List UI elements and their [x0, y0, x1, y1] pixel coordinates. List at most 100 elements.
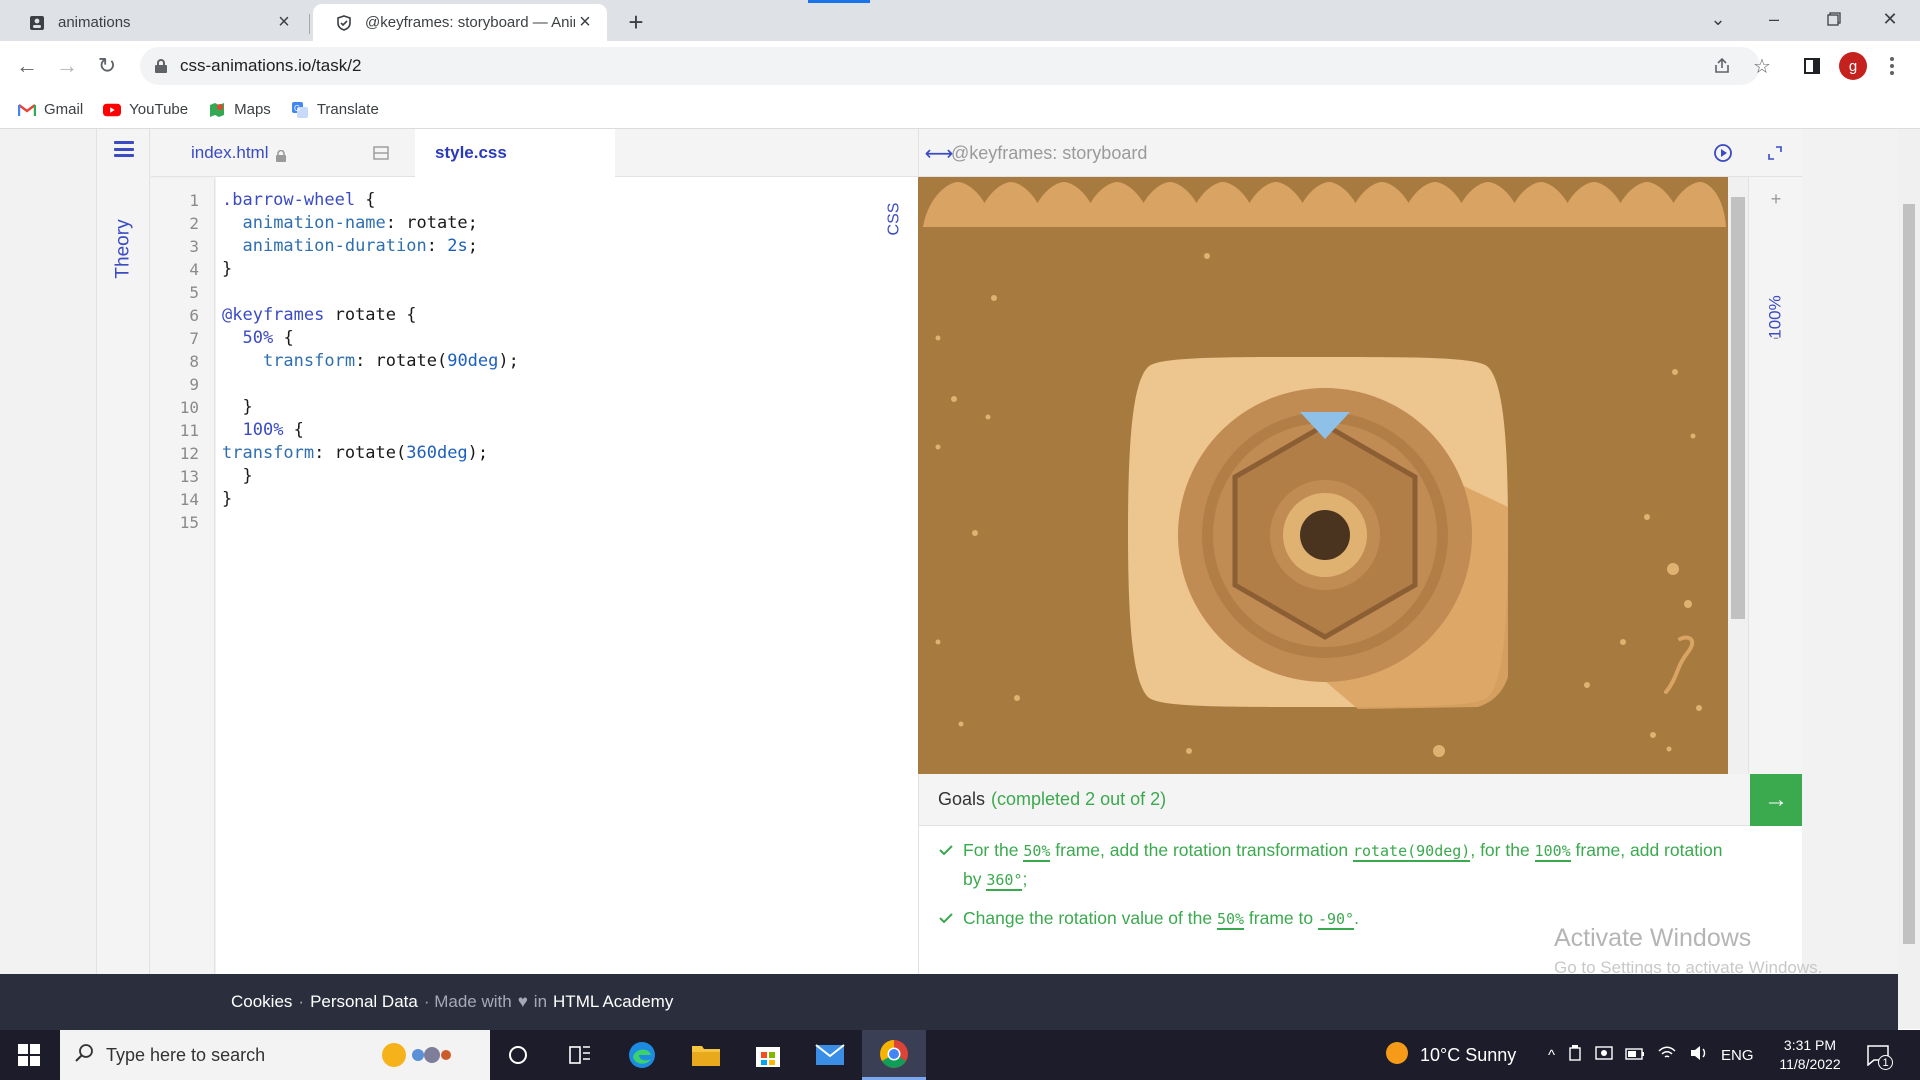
- bookmark-star-icon[interactable]: ☆: [1745, 49, 1779, 83]
- code-line[interactable]: }: [222, 258, 519, 281]
- heart-icon: ♥: [517, 992, 528, 1011]
- zoom-out-button[interactable]: -: [1749, 327, 1803, 357]
- code-line[interactable]: }: [222, 488, 519, 511]
- battery-icon[interactable]: [1625, 1047, 1645, 1064]
- file-explorer-icon[interactable]: [684, 1035, 728, 1075]
- code-line[interactable]: 100% {: [222, 419, 519, 442]
- minimize-button[interactable]: –: [1746, 0, 1802, 38]
- bookmark-translate[interactable]: G Translate: [291, 101, 379, 118]
- cortana-icon[interactable]: [496, 1035, 540, 1075]
- taskbar-search-box[interactable]: Type here to search: [60, 1030, 490, 1080]
- share-icon[interactable]: [1705, 49, 1739, 83]
- bookmarks-bar: Gmail YouTube Maps G Translate: [0, 91, 1920, 129]
- menu-hamburger-icon[interactable]: [114, 141, 134, 157]
- code-line[interactable]: [222, 281, 519, 304]
- close-window-button[interactable]: ✕: [1862, 0, 1918, 38]
- scrollbar-thumb[interactable]: [1903, 204, 1915, 944]
- goal-text-part: Change the rotation value of the: [963, 908, 1217, 928]
- clock-time: 3:31 PM: [1783, 1037, 1837, 1053]
- line-number: 13: [179, 467, 199, 486]
- side-panel-icon[interactable]: [1795, 49, 1829, 83]
- clock[interactable]: 3:31 PM 11/8/2022: [1770, 1036, 1850, 1074]
- in-text: in: [533, 992, 548, 1011]
- line-number: 2: [189, 214, 199, 233]
- tab-separator: [309, 14, 310, 34]
- code-line[interactable]: }: [222, 465, 519, 488]
- translate-icon: G: [291, 101, 309, 118]
- code-line[interactable]: .barrow-wheel {: [222, 189, 519, 212]
- goal-text: For the 50% frame, add the rotation tran…: [939, 836, 1729, 894]
- replay-animation-icon[interactable]: [1705, 135, 1741, 171]
- task-view-icon[interactable]: [558, 1035, 602, 1075]
- browser-tab-animations[interactable]: animations ×: [6, 4, 306, 41]
- chrome-taskbar-button[interactable]: [862, 1030, 926, 1080]
- tab-label: style.css: [435, 143, 507, 162]
- close-tab-icon[interactable]: ×: [575, 11, 595, 33]
- weather-text: 10°C Sunny: [1420, 1044, 1517, 1065]
- browser-tab-storyboard[interactable]: @keyframes: storyboard — Anim ×: [313, 4, 607, 41]
- line-number: 4: [189, 260, 199, 279]
- tab-index-html[interactable]: index.html: [191, 129, 287, 177]
- reload-icon[interactable]: ↻: [90, 49, 124, 83]
- expand-icon[interactable]: [1757, 135, 1793, 171]
- line-number: 7: [189, 329, 199, 348]
- code-line[interactable]: [222, 373, 519, 396]
- browser-menu-icon[interactable]: [1880, 51, 1904, 81]
- code-line[interactable]: transform: rotate(90deg);: [222, 350, 519, 373]
- code-line[interactable]: [222, 511, 519, 534]
- forward-arrow-icon[interactable]: →: [50, 49, 84, 83]
- split-view-icon[interactable]: [373, 129, 391, 177]
- bookmark-maps[interactable]: Maps: [208, 101, 271, 118]
- editor-tab-bar: index.html style.css: [151, 129, 918, 177]
- tab-title: animations: [58, 14, 131, 31]
- goals-header: Goals (completed 2 out of 2): [918, 774, 1750, 826]
- code-lines[interactable]: .barrow-wheel { animation-name: rotate; …: [222, 189, 519, 534]
- line-number: 3: [189, 237, 199, 256]
- notification-center-icon[interactable]: 1: [1862, 1040, 1894, 1070]
- back-arrow-icon[interactable]: ←: [10, 49, 44, 83]
- preview-scrollbar[interactable]: [1728, 177, 1748, 774]
- line-number: 11: [179, 421, 199, 440]
- volume-icon[interactable]: [1689, 1045, 1709, 1065]
- goal-text-part: .: [1354, 908, 1359, 928]
- close-tab-icon[interactable]: ×: [274, 11, 294, 33]
- code-line[interactable]: 50% {: [222, 327, 519, 350]
- tab-search-chevron-icon[interactable]: ⌄: [1690, 0, 1746, 38]
- chevron-up-icon[interactable]: ^: [1548, 1047, 1555, 1064]
- wifi-icon[interactable]: [1657, 1045, 1677, 1065]
- theory-label: Theory: [113, 219, 135, 279]
- code-line[interactable]: }: [222, 396, 519, 419]
- usb-icon[interactable]: [1567, 1044, 1583, 1066]
- meet-now-icon[interactable]: [1595, 1045, 1613, 1065]
- code-line[interactable]: @keyframes rotate {: [222, 304, 519, 327]
- code-line[interactable]: animation-duration: 2s;: [222, 235, 519, 258]
- next-task-button[interactable]: →: [1750, 774, 1802, 826]
- preview-header: ⟷ @keyframes: storyboard: [918, 129, 1802, 177]
- tab-style-css[interactable]: style.css: [415, 129, 615, 177]
- code-line[interactable]: transform: rotate(360deg);: [222, 442, 519, 465]
- mail-icon[interactable]: [808, 1035, 852, 1075]
- microsoft-store-icon[interactable]: [746, 1035, 790, 1075]
- windows-taskbar: Type here to search 10°C Sunny ^ ENG 3:3…: [0, 1030, 1920, 1080]
- windows-start-icon[interactable]: [0, 1030, 58, 1080]
- code-line[interactable]: animation-name: rotate;: [222, 212, 519, 235]
- new-tab-button[interactable]: +: [622, 7, 650, 37]
- language-indicator[interactable]: ENG: [1721, 1047, 1754, 1064]
- bookmark-gmail[interactable]: Gmail: [18, 101, 83, 118]
- activate-windows-title: Activate Windows: [1554, 924, 1752, 952]
- weather-widget[interactable]: 10°C Sunny: [1384, 1030, 1516, 1080]
- address-bar[interactable]: css-animations.io/task/2: [140, 47, 1760, 85]
- restore-button[interactable]: [1806, 0, 1862, 38]
- zoom-in-button[interactable]: +: [1749, 189, 1803, 219]
- profile-avatar[interactable]: g: [1839, 52, 1867, 80]
- goal-text-part: frame to: [1244, 908, 1318, 928]
- theory-toggle[interactable]: Theory: [99, 199, 149, 299]
- edge-icon[interactable]: [620, 1035, 664, 1075]
- personal-data-link[interactable]: Personal Data: [310, 992, 418, 1012]
- bookmark-youtube[interactable]: YouTube: [103, 101, 188, 118]
- cookies-link[interactable]: Cookies: [231, 992, 292, 1012]
- page-scrollbar[interactable]: [1898, 129, 1920, 1029]
- html-academy-link[interactable]: HTML Academy: [553, 992, 673, 1012]
- scrollbar-thumb[interactable]: [1731, 197, 1745, 619]
- clock-date: 11/8/2022: [1779, 1056, 1841, 1072]
